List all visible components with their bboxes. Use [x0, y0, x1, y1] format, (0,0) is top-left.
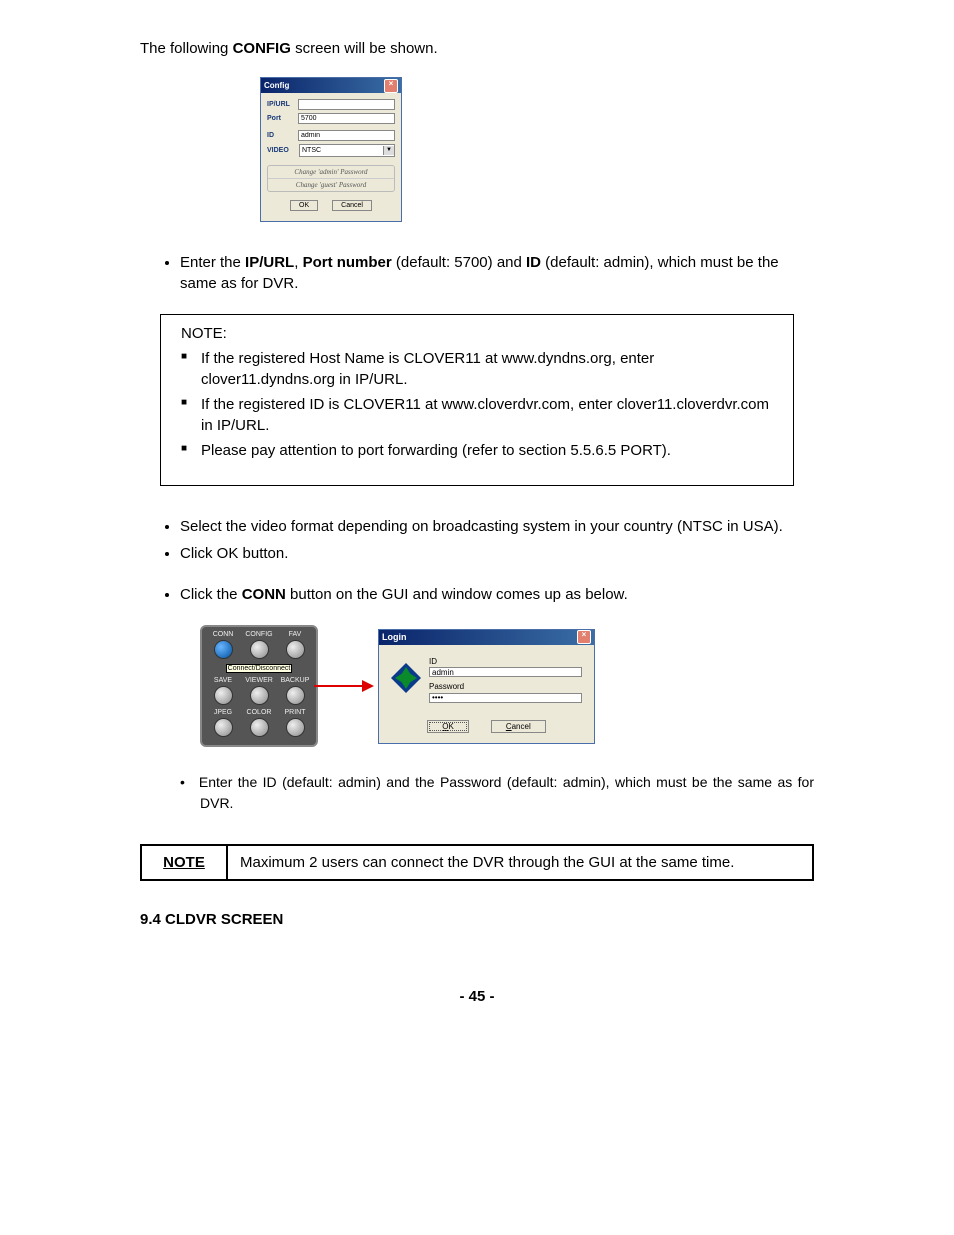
- login-dialog: Login × ID Password OK: [378, 629, 595, 744]
- login-ok-button[interactable]: OK: [427, 720, 469, 733]
- login-logo-icon: [391, 663, 421, 693]
- config-cancel-button[interactable]: Cancel: [332, 200, 372, 211]
- id-label: ID: [267, 132, 298, 139]
- chevron-down-icon: ▼: [383, 146, 394, 155]
- note-label: NOTE: [141, 845, 227, 880]
- bullet-click-ok: Click OK button.: [180, 543, 814, 564]
- login-password-input[interactable]: [429, 693, 582, 703]
- login-cancel-button[interactable]: Cancel: [491, 720, 546, 733]
- config-ok-button[interactable]: OK: [290, 200, 318, 211]
- ipurl-input[interactable]: [298, 99, 395, 110]
- close-icon[interactable]: ×: [384, 79, 398, 93]
- viewer-knob-icon: [250, 686, 269, 705]
- note-box-1: NOTE: If the registered Host Name is CLO…: [160, 314, 794, 486]
- tooltip: Connect/Disconnect: [226, 664, 293, 673]
- gui-save-cell[interactable]: SAVE: [208, 677, 238, 705]
- gui-color-cell[interactable]: COLOR: [244, 709, 274, 737]
- gui-fav-cell[interactable]: FAV: [280, 631, 310, 659]
- gui-panel: CONN CONFIG FAV Connect/Disconnect SAVE: [200, 625, 318, 747]
- ipurl-label: IP/URL: [267, 101, 298, 108]
- config-dialog: Config × IP/URL Port ID VIDEO NTSC ▼: [260, 77, 402, 222]
- bullet-enter-ip: Enter the IP/URL, Port number (default: …: [180, 252, 814, 294]
- backup-knob-icon: [286, 686, 305, 705]
- color-knob-icon: [250, 718, 269, 737]
- port-label: Port: [267, 115, 298, 122]
- note-text: Maximum 2 users can connect the DVR thro…: [227, 845, 813, 880]
- config-title: Config: [264, 81, 289, 90]
- gui-backup-cell[interactable]: BACKUP: [280, 677, 310, 705]
- id-input[interactable]: [298, 130, 395, 141]
- gui-config-cell[interactable]: CONFIG: [244, 631, 274, 659]
- change-guest-pw-button[interactable]: Change 'guest' Password: [268, 179, 394, 191]
- config-titlebar: Config ×: [261, 78, 401, 93]
- bullet-video-format: Select the video format depending on bro…: [180, 516, 814, 537]
- arrow-icon: [314, 676, 374, 696]
- print-knob-icon: [286, 718, 305, 737]
- bullet-click-conn: Click the CONN button on the GUI and win…: [180, 584, 814, 605]
- gui-viewer-cell[interactable]: VIEWER: [244, 677, 274, 705]
- note-item: If the registered Host Name is CLOVER11 …: [181, 348, 773, 390]
- gui-conn-cell[interactable]: CONN: [208, 631, 238, 659]
- config-knob-icon: [250, 640, 269, 659]
- login-title: Login: [382, 632, 407, 642]
- jpeg-knob-icon: [214, 718, 233, 737]
- note-title: NOTE:: [181, 325, 773, 342]
- section-heading: 9.4 CLDVR SCREEN: [140, 911, 814, 928]
- port-input[interactable]: [298, 113, 395, 124]
- conn-knob-icon: [214, 640, 233, 659]
- login-titlebar: Login ×: [379, 630, 594, 645]
- note-table: NOTE Maximum 2 users can connect the DVR…: [140, 844, 814, 881]
- gui-jpeg-cell[interactable]: JPEG: [208, 709, 238, 737]
- login-id-input[interactable]: [429, 667, 582, 677]
- intro-text: The following CONFIG screen will be show…: [140, 40, 814, 57]
- change-admin-pw-button[interactable]: Change 'admin' Password: [268, 166, 394, 179]
- login-password-label: Password: [429, 682, 582, 691]
- note-item: Please pay attention to port forwarding …: [181, 440, 773, 461]
- login-id-label: ID: [429, 657, 582, 666]
- bullet-enter-id-pw: Enter the ID (default: admin) and the Pa…: [200, 772, 814, 814]
- video-select[interactable]: NTSC ▼: [299, 144, 395, 157]
- page-number: - 45 -: [140, 988, 814, 1005]
- fav-knob-icon: [286, 640, 305, 659]
- save-knob-icon: [214, 686, 233, 705]
- close-icon[interactable]: ×: [577, 630, 591, 644]
- note-item: If the registered ID is CLOVER11 at www.…: [181, 394, 773, 436]
- gui-print-cell[interactable]: PRINT: [280, 709, 310, 737]
- video-label: VIDEO: [267, 147, 299, 154]
